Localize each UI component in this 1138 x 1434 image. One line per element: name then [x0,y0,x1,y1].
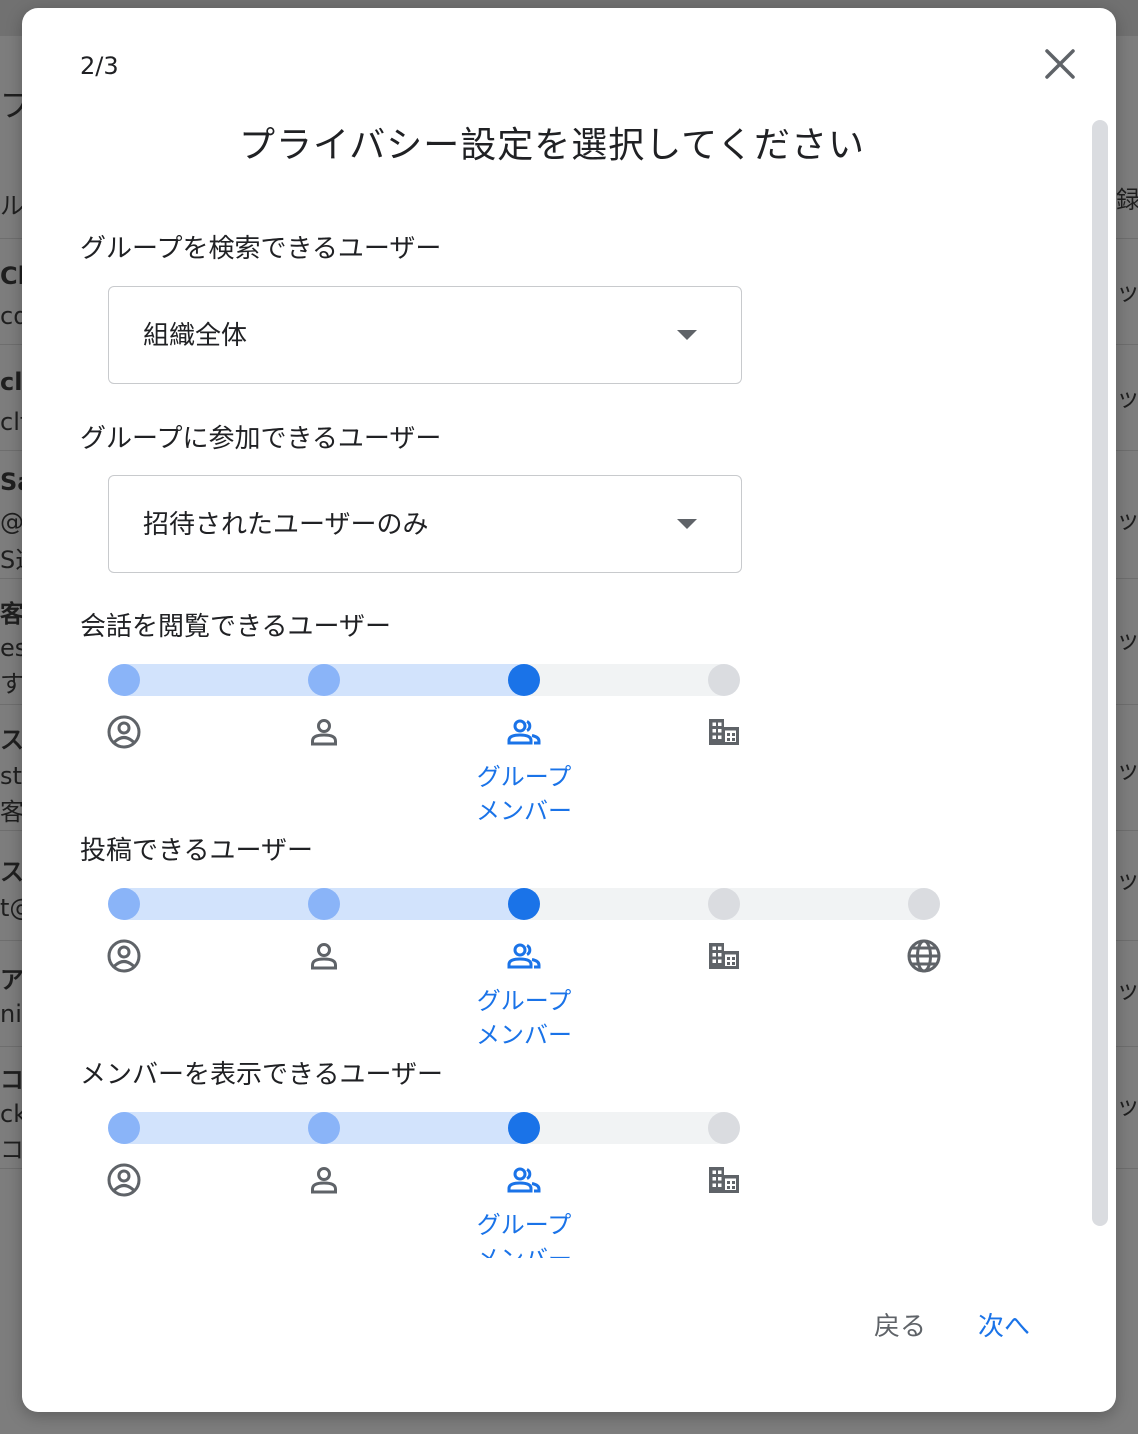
person-icon[interactable] [306,714,342,750]
bg-edge-text: ッ [1116,506,1138,534]
close-icon [1045,49,1075,79]
selected-option-caption: グループメンバー [464,760,584,828]
selected-option-caption: グループメンバー [464,984,584,1052]
slider-stop-4[interactable] [908,888,940,920]
group-owner-icon[interactable] [106,1162,142,1198]
bg-edge-text: ッ [1116,976,1138,1004]
dialog-title: プライバシー設定を選択してください [238,125,866,166]
caption-line-1: グループ [476,987,572,1015]
slider-stop-3[interactable] [708,888,740,920]
slider-stop-2[interactable] [508,664,540,696]
slider-stop-3[interactable] [708,664,740,696]
scrollbar[interactable] [1092,120,1108,1226]
group-icon[interactable] [506,714,542,750]
domain-icon[interactable] [706,714,742,750]
next-button[interactable]: 次へ [978,1306,1030,1343]
post-permission-label: 投稿できるユーザー [80,836,313,866]
group-icon[interactable] [506,1162,542,1198]
bg-edge-text: 客 [0,600,24,628]
caption-line-2: メンバー [476,1021,572,1049]
bg-edge-text: ッ [1116,278,1138,306]
slider-stop-0[interactable] [108,664,140,696]
bg-edge-text: ッ [1116,866,1138,894]
bg-edge-text: 録 [1116,186,1138,214]
slider-stop-2[interactable] [508,1112,540,1144]
bg-edge-text: ッ [1116,626,1138,654]
bg-edge-text: ル [0,192,24,220]
slider-stop-1[interactable] [308,888,340,920]
group-icon[interactable] [506,938,542,974]
caption-line-2: メンバー [476,797,572,825]
selected-option-caption: グループメンバー [464,1208,584,1258]
caption-line-1: グループ [476,763,572,791]
bg-edge-text: cl [0,368,23,396]
slider-stop-2[interactable] [508,888,540,920]
slider-stop-1[interactable] [308,664,340,696]
view-members-slider[interactable]: グループメンバー [106,1112,742,1258]
slider-stop-3[interactable] [708,1112,740,1144]
bg-edge-text: ス [0,858,24,886]
back-button[interactable]: 戻る [874,1306,926,1343]
person-icon[interactable] [306,938,342,974]
person-icon[interactable] [306,1162,342,1198]
domain-icon[interactable] [706,1162,742,1198]
caption-line-1: グループ [476,1211,572,1239]
bg-edge-text: ス [0,726,24,754]
bg-edge-text: @ [0,508,24,536]
bg-edge-text: ッ [1116,756,1138,784]
privacy-settings-dialog: 2/3 プライバシー設定を選択してください グループを検索できるユーザー 組織全… [22,8,1116,1412]
bg-edge-text: ッ [1116,1092,1138,1120]
domain-icon[interactable] [706,938,742,974]
slider-stop-1[interactable] [308,1112,340,1144]
bg-edge-text: ア [0,966,24,994]
slider-stop-0[interactable] [108,888,140,920]
group-owner-icon[interactable] [106,938,142,974]
caption-line-2: メンバー [464,1242,584,1258]
bg-edge-text: コ [0,1066,24,1094]
slider-scroll-area: 会話を閲覧できるユーザー グループ メンバー 投稿できるユーザー グループ メンバー… [22,208,1082,1258]
close-button[interactable] [1034,38,1086,90]
group-owner-icon[interactable] [106,714,142,750]
step-indicator: 2/3 [80,52,119,80]
view-members-label: メンバーを表示できるユーザー [80,1060,443,1090]
slider-stop-0[interactable] [108,1112,140,1144]
view-conversations-label: 会話を閲覧できるユーザー [80,612,391,642]
globe-icon[interactable] [906,938,942,974]
bg-edge-text: ッ [1116,384,1138,412]
